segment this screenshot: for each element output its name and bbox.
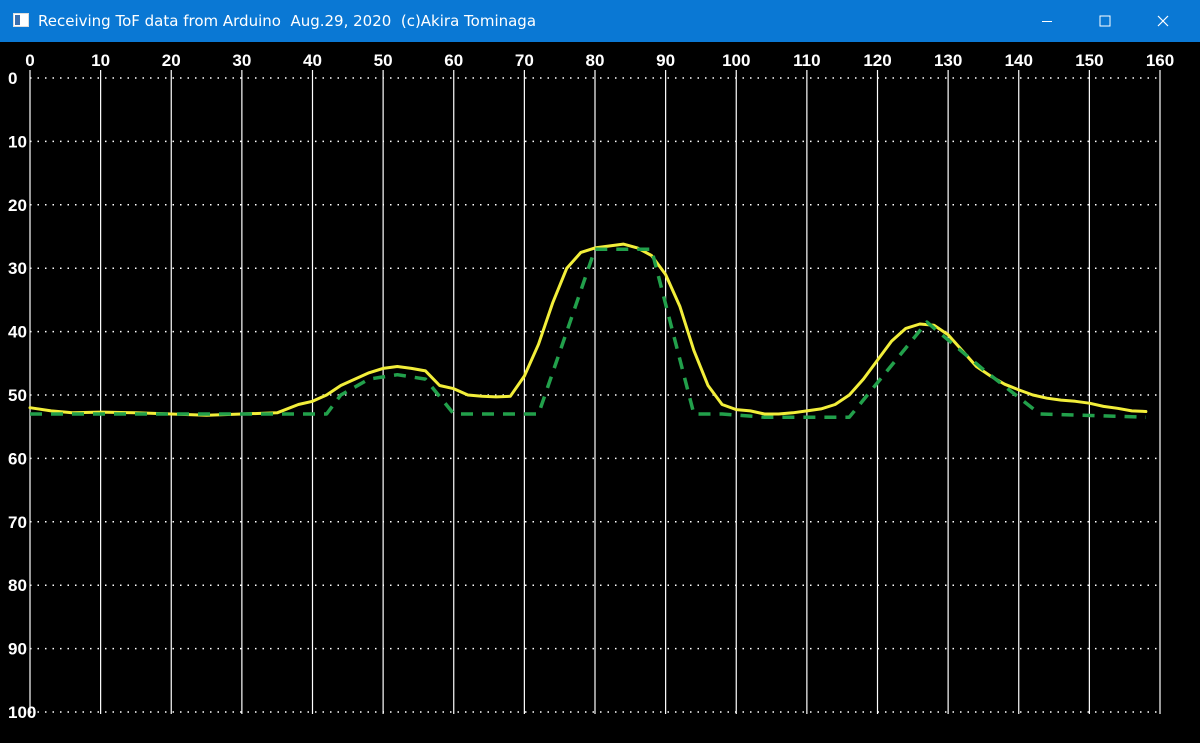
x-tick-label: 40 <box>303 51 322 70</box>
app-window: Receiving ToF data from Arduino Aug.29, … <box>0 0 1200 743</box>
x-tick-label: 150 <box>1075 51 1103 70</box>
y-tick-label: 10 <box>8 132 27 151</box>
x-tick-label: 50 <box>374 51 393 70</box>
chart-area: 0 10 20 30 40 50 60 70 80 90 100 110 120 130 140 150 160… <box>0 42 1200 743</box>
x-tick-label: 10 <box>91 51 110 70</box>
x-tick-label: 0 <box>25 51 34 70</box>
y-tick-label: 60 <box>8 449 27 468</box>
close-button[interactable] <box>1134 0 1192 42</box>
x-tick-label: 70 <box>515 51 534 70</box>
x-tick-label: 60 <box>444 51 463 70</box>
x-tick-label: 110 <box>793 51 820 70</box>
x-tick-label: 120 <box>863 51 891 70</box>
x-tick-label: 90 <box>656 51 675 70</box>
tof-chart: 0 10 20 30 40 50 60 70 80 90 100 110 120 130 140 150 160… <box>8 51 1174 722</box>
maximize-button[interactable] <box>1076 0 1134 42</box>
series-line-fit <box>30 247 1146 419</box>
x-tick-label: 160 <box>1146 51 1174 70</box>
y-tick-label: 100 <box>8 703 36 722</box>
x-tick-label: 130 <box>934 51 962 70</box>
x-tick-label: 20 <box>162 51 181 70</box>
x-tick-label: 80 <box>586 51 605 70</box>
y-tick-label: 80 <box>8 576 27 595</box>
y-tick-label: 90 <box>8 640 27 659</box>
x-tick-label: 30 <box>232 51 251 70</box>
maximize-icon <box>1099 15 1111 27</box>
y-tick-label: 0 <box>8 69 17 88</box>
minimize-button[interactable] <box>1018 0 1076 42</box>
series-line-raw <box>28 242 1148 417</box>
close-icon <box>1157 15 1169 27</box>
window-title: Receiving ToF data from Arduino Aug.29, … <box>38 12 537 30</box>
y-tick-label: 70 <box>8 513 27 532</box>
y-tick-label: 20 <box>8 196 27 215</box>
x-tick-label: 100 <box>722 51 750 70</box>
title-bar[interactable]: Receiving ToF data from Arduino Aug.29, … <box>0 0 1200 42</box>
x-tick-label: 140 <box>1005 51 1033 70</box>
y-tick-label: 40 <box>8 323 27 342</box>
window-app-icon <box>13 13 29 27</box>
minimize-icon <box>1042 21 1052 22</box>
y-tick-label: 30 <box>8 259 27 278</box>
y-tick-label: 50 <box>8 386 27 405</box>
